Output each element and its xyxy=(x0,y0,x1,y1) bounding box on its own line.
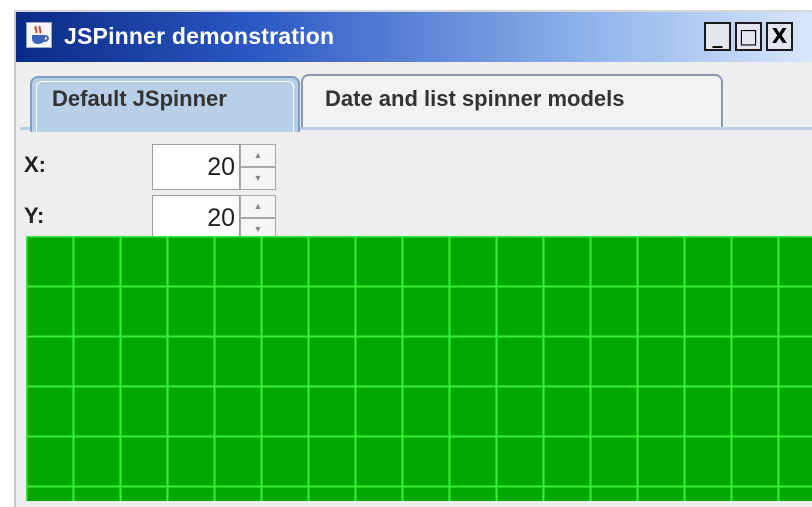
tab-date-and-list-spinner-models[interactable]: Date and list spinner models xyxy=(301,74,723,132)
tab-default-jspinner[interactable]: Default JSpinner xyxy=(30,76,300,132)
y-spinner[interactable]: 20 ▲ ▼ xyxy=(152,195,276,241)
maximize-button[interactable]: □ xyxy=(735,22,762,51)
java-cup-icon[interactable] xyxy=(26,22,52,48)
close-button[interactable]: X xyxy=(766,22,793,51)
tab-label: Default JSpinner xyxy=(52,86,227,111)
grid-canvas[interactable] xyxy=(26,236,812,501)
spinner-up-arrow-icon[interactable]: ▲ xyxy=(240,144,276,167)
tab-label: Date and list spinner models xyxy=(325,86,625,111)
window-title: JSPinner demonstration xyxy=(64,23,335,49)
application-window: JSPinner demonstration _ □ X Date and li… xyxy=(14,10,812,507)
x-spinner-field[interactable]: 20 xyxy=(152,144,240,190)
grid-lines xyxy=(26,236,812,501)
spinner-down-arrow-icon[interactable]: ▼ xyxy=(240,167,276,190)
x-label: X: xyxy=(24,152,46,177)
spinner-up-arrow-icon[interactable]: ▲ xyxy=(240,195,276,218)
tab-content-panel: X: 20 ▲ ▼ Y: 20 ▲ ▼ xyxy=(20,127,812,507)
x-spinner[interactable]: 20 ▲ ▼ xyxy=(152,144,276,190)
tab-strip: Date and list spinner models Default JSp… xyxy=(16,62,812,132)
y-spinner-field[interactable]: 20 xyxy=(152,195,240,241)
minimize-button[interactable]: _ xyxy=(704,22,731,51)
title-bar[interactable]: JSPinner demonstration _ □ X xyxy=(16,12,812,62)
y-label: Y: xyxy=(24,203,45,228)
